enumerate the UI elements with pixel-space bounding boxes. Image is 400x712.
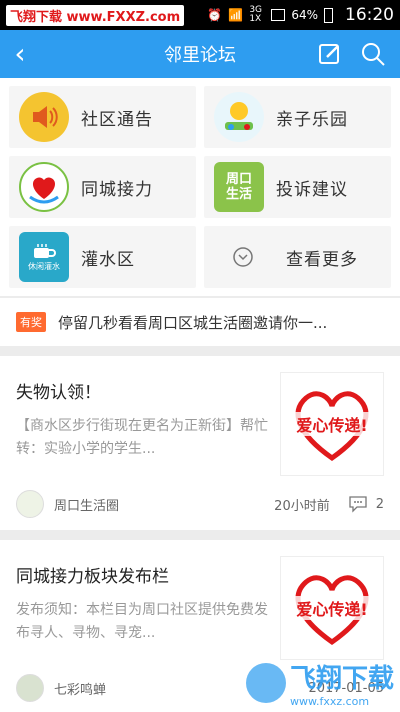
category-label: 社区通告	[81, 109, 153, 130]
post-card[interactable]: 失物认领！ 【商水区步行街现在更名为正新街】帮忙转：实验小学的学生... 爱心传…	[0, 356, 400, 530]
category-more[interactable]: 查看更多	[204, 226, 391, 288]
category-grid: 社区通告 亲子乐园 同城接力 周口生活 投诉建议 休闲灌水 灌水区 查看更多	[0, 78, 400, 296]
category-complaints[interactable]: 周口生活 投诉建议	[204, 156, 391, 218]
watermark-bottom: 飞翔下载 www.fxxz.com	[245, 658, 394, 708]
alarm-icon: ⏰	[207, 8, 223, 22]
post-excerpt: 【商水区步行街现在更名为正新街】帮忙转：实验小学的学生...	[16, 418, 268, 457]
status-bar: 飞翔下载 www.FXXZ.com ⏰ 📶 3G 1X 64% 16:20	[0, 0, 400, 30]
reward-badge: 有奖	[16, 312, 46, 332]
heart-icon: 爱心传递!	[284, 384, 380, 464]
post-thumbnail: 爱心传递!	[280, 556, 384, 660]
relay-icon	[19, 162, 69, 212]
battery-icon	[324, 7, 333, 23]
post-card[interactable]: 同城接力板块发布栏 发布须知：本栏目为周口社区提供免费发布寻人、寻物、寻宠...…	[0, 540, 400, 712]
comment-icon	[349, 496, 367, 513]
category-relay[interactable]: 同城接力	[9, 156, 196, 218]
category-label: 投诉建议	[276, 179, 348, 200]
network-label: 3G 1X	[249, 5, 263, 24]
author-name[interactable]: 七彩鸣蝉	[54, 679, 106, 698]
thumbnail-text: 爱心传递!	[286, 596, 378, 620]
heart-icon: 爱心传递!	[284, 568, 380, 648]
compose-icon[interactable]	[318, 42, 342, 66]
family-icon	[214, 92, 264, 142]
zhoukou-icon-text: 周口生活	[225, 172, 252, 202]
category-label: 亲子乐园	[276, 109, 348, 130]
status-icons: ⏰ 📶 3G 1X 64% 16:20	[207, 5, 394, 25]
comment-count[interactable]: 2	[348, 495, 384, 513]
thumbnail-text: 爱心传递!	[286, 412, 378, 436]
watermark-logo	[245, 663, 286, 703]
comment-count-label: 2	[375, 496, 384, 512]
category-label: 灌水区	[81, 249, 135, 270]
notice-bar[interactable]: 有奖 停留几秒看看周口区城生活圈邀请你一...	[0, 298, 400, 346]
category-community-notice[interactable]: 社区通告	[9, 86, 196, 148]
battery-label: 64%	[291, 8, 318, 22]
post-excerpt: 发布须知：本栏目为周口社区提供免费发布寻人、寻物、寻宠...	[16, 602, 268, 641]
watermark-url: www.fxxz.com	[289, 695, 370, 708]
post-title: 同城接力板块发布栏	[16, 567, 169, 587]
clock: 16:20	[345, 5, 394, 25]
chevron-down-icon	[228, 242, 258, 272]
avatar[interactable]	[16, 674, 44, 702]
author-name[interactable]: 周口生活圈	[54, 495, 119, 514]
zhoukou-icon: 周口生活	[214, 162, 264, 212]
speaker-icon	[19, 92, 69, 142]
coffee-icon: 休闲灌水	[19, 232, 69, 282]
post-time: 20小时前	[274, 498, 330, 514]
post-thumbnail: 爱心传递!	[280, 372, 384, 476]
avatar[interactable]	[16, 490, 44, 518]
post-title: 失物认领！	[16, 383, 101, 403]
top-navbar: ‹ 邻里论坛	[0, 30, 400, 78]
watermark-label: 飞翔下载 www.FXXZ.com	[6, 4, 185, 26]
category-label: 查看更多	[286, 249, 358, 270]
sim-icon	[271, 9, 286, 21]
category-parent-child[interactable]: 亲子乐园	[204, 86, 391, 148]
coffee-icon-text: 休闲灌水	[28, 261, 60, 271]
category-label: 同城接力	[81, 179, 153, 200]
category-chat[interactable]: 休闲灌水 灌水区	[9, 226, 196, 288]
notice-text: 停留几秒看看周口区城生活圈邀请你一...	[58, 313, 328, 332]
back-icon[interactable]: ‹	[0, 30, 40, 78]
search-icon[interactable]	[360, 41, 386, 67]
wifi-icon: 📶	[228, 8, 244, 22]
watermark-brand: 飞翔下载	[289, 664, 394, 694]
